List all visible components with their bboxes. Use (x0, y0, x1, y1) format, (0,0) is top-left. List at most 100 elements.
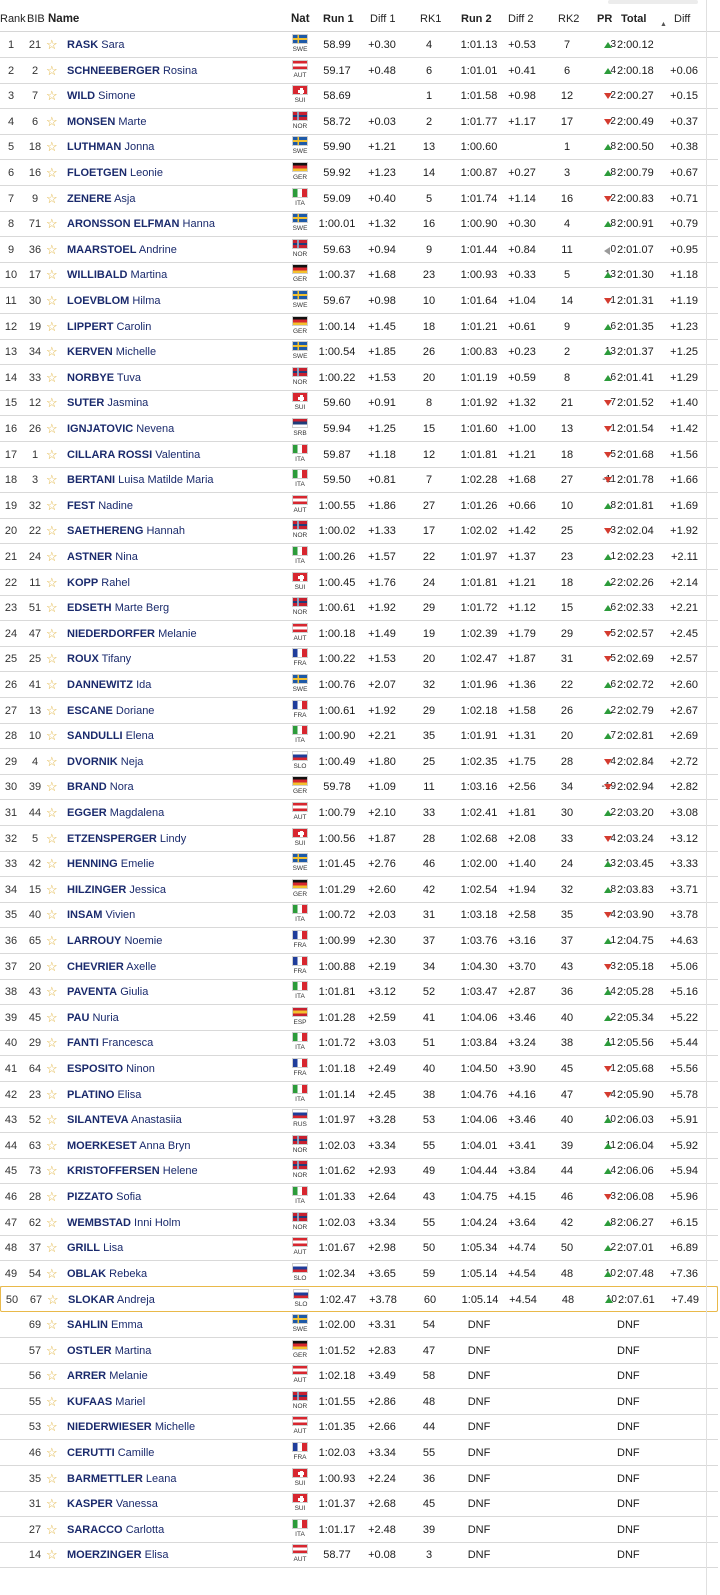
table-row[interactable]: 31 44 ☆ EGGER Magdalena AUT 1:00.79 +2.10 33 1:0… (0, 800, 718, 826)
athlete-name-link[interactable]: FANTI Francesca (67, 1037, 153, 1049)
athlete-name-link[interactable]: LIPPERT Carolin (67, 321, 151, 333)
table-row[interactable]: 14 33 ☆ NORBYE Tuva NOR 1:00.22 +1.53 20 1:01.19… (0, 365, 718, 391)
favorite-star-icon[interactable]: ☆ (46, 754, 58, 770)
table-row[interactable]: 13 34 ☆ KERVEN Michelle SWE 1:00.54 +1.85 26 1:0… (0, 339, 718, 366)
scroll-indicator[interactable] (608, 0, 698, 4)
header-rank[interactable]: Rank (0, 13, 26, 25)
favorite-star-icon[interactable]: ☆ (46, 1112, 58, 1128)
table-row[interactable]: 19 32 ☆ FEST Nadine AUT 1:00.55 +1.86 27 1:01.26… (0, 493, 718, 519)
header-run2[interactable]: Run 2 (461, 13, 492, 25)
table-row[interactable]: 4 6 ☆ MONSEN Marte NOR 58.72 +0.03 2 1:01.77 +1.1… (0, 109, 718, 135)
header-name[interactable]: Name (48, 13, 79, 25)
athlete-name-link[interactable]: SCHNEEBERGER Rosina (67, 65, 197, 77)
table-row[interactable]: 17 1 ☆ CILLARA ROSSI Valentina ITA 59.87 +1.18… (0, 442, 718, 468)
table-row[interactable]: 50 67 ☆ SLOKAR Andreja SLO 1:02.47 +3.78 60 1:05… (0, 1286, 718, 1313)
athlete-name-link[interactable]: SUTER Jasmina (67, 397, 148, 409)
favorite-star-icon[interactable]: ☆ (46, 856, 58, 872)
favorite-star-icon[interactable]: ☆ (46, 600, 58, 616)
favorite-star-icon[interactable]: ☆ (46, 575, 58, 591)
athlete-name-link[interactable]: EDSETH Marte Berg (67, 602, 169, 614)
athlete-name-link[interactable]: ZENERE Asja (67, 193, 135, 205)
table-row[interactable]: 16 26 ☆ IGNJATOVIC Nevena SRB 59.94 +1.25 15 1:0… (0, 416, 718, 442)
favorite-star-icon[interactable]: ☆ (46, 1522, 58, 1538)
table-row[interactable]: 23 51 ☆ EDSETH Marte Berg NOR 1:00.61 +1.92 29 1… (0, 595, 718, 622)
favorite-star-icon[interactable]: ☆ (46, 1035, 58, 1051)
table-row[interactable]: 47 62 ☆ WEMBSTAD Inni Holm NOR 1:02.03 +3.34 55… (0, 1210, 718, 1236)
athlete-name-link[interactable]: EGGER Magdalena (67, 807, 164, 819)
table-row[interactable]: 40 29 ☆ FANTI Francesca ITA 1:01.72 +3.03 51 1:0… (0, 1030, 718, 1057)
athlete-name-link[interactable]: BERTANI Luisa Matilde Maria (67, 474, 214, 486)
favorite-star-icon[interactable]: ☆ (47, 1292, 59, 1308)
athlete-name-link[interactable]: HILZINGER Jessica (67, 884, 166, 896)
table-row[interactable]: 36 65 ☆ LARROUY Noemie FRA 1:00.99 +2.30 37 1:03… (0, 928, 718, 954)
favorite-star-icon[interactable]: ☆ (46, 1061, 58, 1077)
favorite-star-icon[interactable]: ☆ (46, 1317, 58, 1333)
favorite-star-icon[interactable]: ☆ (46, 37, 58, 53)
athlete-name-link[interactable]: FLOETGEN Leonie (67, 167, 163, 179)
favorite-star-icon[interactable]: ☆ (46, 472, 58, 488)
table-row[interactable]: 14 ☆ MOERZINGER Elisa AUT 58.77 +0.08 3 DNF DNF (0, 1542, 718, 1569)
athlete-name-link[interactable]: KUFAAS Mariel (67, 1396, 145, 1408)
table-row[interactable]: 26 41 ☆ DANNEWITZ Ida SWE 1:00.76 +2.07 32 1:01.… (0, 672, 718, 698)
athlete-name-link[interactable]: PAVENTA Giulia (67, 986, 148, 998)
table-row[interactable]: 20 22 ☆ SAETHERENG Hannah NOR 1:00.02 +1.33 17 1… (0, 518, 718, 545)
athlete-name-link[interactable]: NORBYE Tuva (67, 372, 141, 384)
table-row[interactable]: 30 39 ☆ BRAND Nora GER 59.78 +1.09 11 1:03.16 +2.… (0, 774, 718, 801)
athlete-name-link[interactable]: OBLAK Rebeka (67, 1268, 147, 1280)
favorite-star-icon[interactable]: ☆ (46, 370, 58, 386)
athlete-name-link[interactable]: IGNJATOVIC Nevena (67, 423, 174, 435)
athlete-name-link[interactable]: WEMBSTAD Inni Holm (67, 1217, 181, 1229)
athlete-name-link[interactable]: SILANTEVA Anastasiia (67, 1114, 182, 1126)
table-row[interactable]: 37 20 ☆ CHEVRIER Axelle FRA 1:00.88 +2.19 34 1:0… (0, 954, 718, 980)
favorite-star-icon[interactable]: ☆ (46, 447, 58, 463)
favorite-star-icon[interactable]: ☆ (46, 703, 58, 719)
favorite-star-icon[interactable]: ☆ (46, 1445, 58, 1461)
table-row[interactable]: 11 30 ☆ LOEVBLOM Hilma SWE 59.67 +0.98 10 1:01.6… (0, 288, 718, 314)
table-row[interactable]: 12 19 ☆ LIPPERT Carolin GER 1:00.14 +1.45 18 1:0… (0, 314, 718, 340)
favorite-star-icon[interactable]: ☆ (46, 1368, 58, 1384)
favorite-star-icon[interactable]: ☆ (46, 1547, 58, 1563)
athlete-name-link[interactable]: MOERZINGER Elisa (67, 1549, 168, 1561)
athlete-name-link[interactable]: SARACCO Carlotta (67, 1524, 164, 1536)
favorite-star-icon[interactable]: ☆ (46, 165, 58, 181)
favorite-star-icon[interactable]: ☆ (46, 831, 58, 847)
favorite-star-icon[interactable]: ☆ (46, 1010, 58, 1026)
favorite-star-icon[interactable]: ☆ (46, 1189, 58, 1205)
table-row[interactable]: 42 23 ☆ PLATINO Elisa ITA 1:01.14 +2.45 38 1:04.… (0, 1082, 718, 1108)
favorite-star-icon[interactable]: ☆ (46, 1138, 58, 1154)
table-row[interactable]: 5 18 ☆ LUTHMAN Jonna SWE 59.90 +1.21 13 1:00.60 1… (0, 134, 718, 161)
favorite-star-icon[interactable]: ☆ (46, 421, 58, 437)
table-row[interactable]: 22 11 ☆ KOPP Rahel SUI 1:00.45 +1.76 24 1:01.81 +… (0, 570, 718, 596)
athlete-name-link[interactable]: ESCANE Doriane (67, 705, 154, 717)
athlete-name-link[interactable]: MOERKESET Anna Bryn (67, 1140, 191, 1152)
table-row[interactable]: 7 9 ☆ ZENERE Asja ITA 59.09 +0.40 5 1:01.74 +1.14… (0, 186, 718, 212)
athlete-name-link[interactable]: CILLARA ROSSI Valentina (67, 449, 200, 461)
athlete-name-link[interactable]: BRAND Nora (67, 781, 134, 793)
favorite-star-icon[interactable]: ☆ (46, 216, 58, 232)
table-row[interactable]: 45 73 ☆ KRISTOFFERSEN Helene NOR 1:01.62 +2.93… (0, 1158, 718, 1185)
table-row[interactable]: 38 43 ☆ PAVENTA Giulia ITA 1:01.81 +3.12 52 1:03… (0, 979, 718, 1006)
table-row[interactable]: 46 ☆ CERUTTI Camille FRA 1:02.03 +3.34 55 DNF DN… (0, 1440, 718, 1466)
favorite-star-icon[interactable]: ☆ (46, 242, 58, 258)
athlete-name-link[interactable]: SANDULLI Elena (67, 730, 154, 742)
favorite-star-icon[interactable]: ☆ (46, 498, 58, 514)
favorite-star-icon[interactable]: ☆ (46, 114, 58, 130)
table-row[interactable]: 69 ☆ SAHLIN Emma SWE 1:02.00 +3.31 54 DNF DNF (0, 1312, 718, 1338)
table-row[interactable]: 48 37 ☆ GRILL Lisa AUT 1:01.67 +2.98 50 1:05.34 +… (0, 1235, 718, 1262)
favorite-star-icon[interactable]: ☆ (46, 293, 58, 309)
favorite-star-icon[interactable]: ☆ (46, 1419, 58, 1435)
favorite-star-icon[interactable]: ☆ (46, 139, 58, 155)
table-row[interactable]: 18 3 ☆ BERTANI Luisa Matilde Maria ITA 59.50 +… (0, 467, 718, 494)
athlete-name-link[interactable]: HENNING Emelie (67, 858, 154, 870)
favorite-star-icon[interactable]: ☆ (46, 267, 58, 283)
favorite-star-icon[interactable]: ☆ (46, 523, 58, 539)
table-row[interactable]: 32 5 ☆ ETZENSPERGER Lindy SUI 1:00.56 +1.87 28 1… (0, 826, 718, 852)
table-row[interactable]: 31 ☆ KASPER Vanessa SUI 1:01.37 +2.68 45 DNF DNF (0, 1491, 718, 1518)
table-row[interactable]: 35 40 ☆ INSAM Vivien ITA 1:00.72 +2.03 31 1:03.1… (0, 902, 718, 929)
athlete-name-link[interactable]: LUTHMAN Jonna (67, 141, 154, 153)
favorite-star-icon[interactable]: ☆ (46, 728, 58, 744)
athlete-name-link[interactable]: SAHLIN Emma (67, 1319, 143, 1331)
favorite-star-icon[interactable]: ☆ (46, 677, 58, 693)
favorite-star-icon[interactable]: ☆ (46, 959, 58, 975)
athlete-name-link[interactable]: ESPOSITO Ninon (67, 1063, 155, 1075)
